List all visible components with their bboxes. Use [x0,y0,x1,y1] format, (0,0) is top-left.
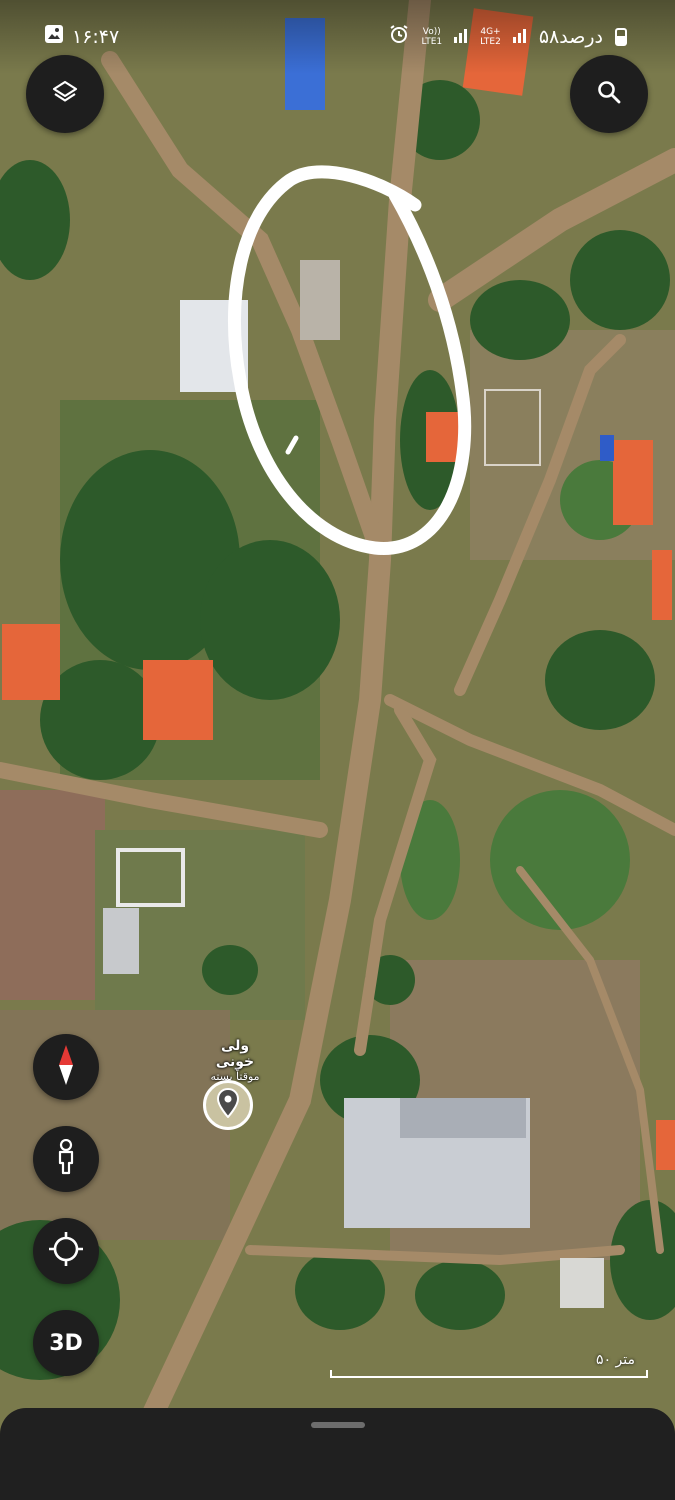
pegman-icon [55,1138,77,1179]
building-gray-roof [560,1258,604,1308]
layers-button[interactable] [26,55,104,133]
map-pin-icon [216,1087,240,1122]
scale-bar [330,1370,648,1378]
field-patch [0,1010,230,1240]
building-orange-roof [2,624,60,700]
scale-label: ۵۰ متر [596,1352,635,1368]
signal-icon [454,26,468,48]
building-orange-roof [143,660,213,740]
3d-label: 3D [49,1330,83,1356]
tree-cluster [415,1260,505,1330]
my-location-icon [47,1230,85,1272]
building-orange-roof [652,550,672,620]
building-small [600,435,614,461]
satellite-map[interactable] [0,0,675,1500]
tree-cluster [470,280,570,360]
battery-icon [615,27,627,46]
place-marker[interactable] [203,1080,253,1130]
gallery-icon [44,24,64,49]
3d-button[interactable]: 3D [33,1310,99,1376]
building-gray-roof [400,1098,526,1138]
compass-button[interactable] [33,1034,99,1100]
building-orange-roof [656,1120,675,1170]
tree-cluster [545,630,655,730]
building-orange-roof [426,412,460,462]
tree-cluster [570,230,670,330]
battery-label: ۵۸درصد [538,25,603,48]
tree-cluster [490,790,630,930]
bottom-sheet[interactable] [0,1408,675,1500]
street-view-button[interactable] [33,1126,99,1192]
building-orange-roof [613,440,653,525]
tree-cluster [295,1250,385,1330]
status-bar: ۱۶:۴۷ Vo)) LTE1 4G+ LTE2 ۵۸درصد [0,0,675,74]
tree-cluster [200,540,340,700]
network-indicator-1: Vo)) LTE1 [421,26,443,47]
signal-icon [512,26,527,48]
field-patch [0,790,105,1000]
alarm-icon [389,24,409,49]
place-label[interactable]: ولی خونی موقتاً بسته [200,1038,270,1083]
status-right: Vo)) LTE1 4G+ LTE2 ۵۸درصد [389,24,627,49]
sheet-drag-handle[interactable] [311,1422,365,1428]
compass-icon [55,1043,77,1091]
network-indicator-2: 4G+ LTE2 [480,26,501,47]
place-name: ولی خونی [215,1038,255,1070]
search-button[interactable] [570,55,648,133]
status-time: ۱۶:۴۷ [72,25,120,48]
layers-icon [51,78,79,110]
status-left: ۱۶:۴۷ [44,24,119,49]
my-location-button[interactable] [33,1218,99,1284]
building-gray-roof [103,908,139,974]
tree-cluster [202,945,258,995]
search-icon [595,78,623,110]
building-small [300,260,340,340]
